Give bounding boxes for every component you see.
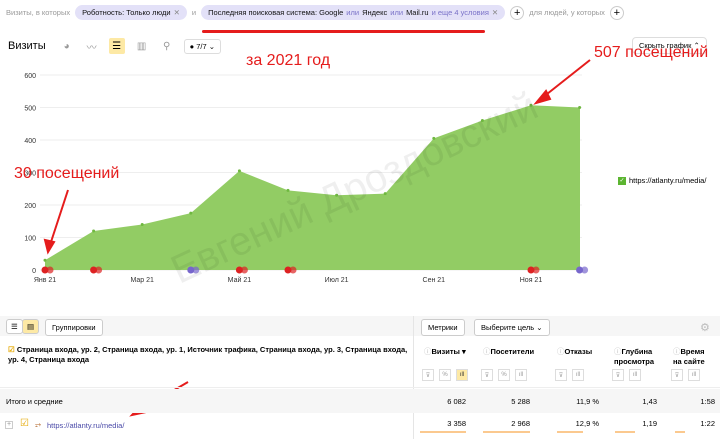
totals-time: 1:58	[700, 397, 715, 406]
percent-icon[interactable]: %	[439, 369, 451, 381]
checkbox-icon[interactable]: ✓	[618, 176, 626, 185]
visits-bar	[420, 431, 466, 433]
column-label: Визиты ▾	[431, 347, 466, 356]
page-icon: ⥅	[35, 420, 41, 429]
row-link[interactable]: https://atlanty.ru/media/	[47, 421, 124, 430]
gear-icon[interactable]: ⚙	[700, 321, 710, 334]
filter-icon[interactable]: ⊽	[422, 369, 434, 381]
filter-icon[interactable]: ⊽	[555, 369, 567, 381]
row-depth: 1,19	[642, 419, 657, 428]
help-icon[interactable]: ⓘ	[424, 347, 432, 356]
column-label-2: на сайте	[673, 357, 705, 366]
checkbox-icon[interactable]: ☑	[20, 418, 29, 429]
bar-icon[interactable]: ıll	[688, 369, 700, 381]
row-visits: 3 358	[447, 419, 466, 428]
help-icon[interactable]: ⓘ	[673, 347, 681, 356]
filter-icon[interactable]: ⊽	[612, 369, 624, 381]
checkbox-icon[interactable]: ☑	[8, 345, 15, 354]
help-icon[interactable]: ⓘ	[557, 347, 565, 356]
goal-dropdown[interactable]: Выберите цель ⌄	[474, 319, 550, 336]
dimensions-label: Страница входа, ур. 2, Страница входа, у…	[8, 345, 408, 364]
help-icon[interactable]: ⓘ	[483, 347, 491, 356]
totals-visits: 6 082	[447, 397, 466, 406]
row-bounce: 12,9 %	[575, 419, 599, 428]
totals-visitors: 5 288	[511, 397, 530, 406]
time-bar	[675, 431, 685, 433]
column-header[interactable]: ⓘПосетители	[483, 347, 534, 357]
row-visitors: 2 968	[511, 419, 530, 428]
table-toolbar	[0, 316, 720, 336]
dimensions-header[interactable]: ☑ Страница входа, ур. 2, Страница входа,…	[8, 345, 408, 365]
goal-label: Выберите цель	[481, 323, 535, 332]
bar-icon[interactable]: ıll	[456, 369, 468, 381]
chart-legend[interactable]: ✓ https://atlanty.ru/media/	[618, 176, 706, 185]
totals-bounce: 11,9 %	[576, 397, 599, 406]
row-time: 1:22	[700, 419, 715, 428]
filter-icon[interactable]: ⊽	[481, 369, 493, 381]
column-label-2: просмотра	[614, 357, 655, 366]
table-row[interactable]: + ☑ ⥅ https://atlanty.ru/media/ 3 358 2 …	[0, 413, 720, 439]
tree-view-button[interactable]: ▤	[22, 319, 40, 334]
list-view-button[interactable]: ☰	[6, 319, 23, 334]
column-label: Время	[680, 347, 705, 356]
column-header[interactable]: ⓘГлубина просмотра	[614, 347, 654, 367]
column-header[interactable]: ⓘОтказы	[557, 347, 592, 357]
legend-label: https://atlanty.ru/media/	[629, 176, 707, 185]
bar-icon[interactable]: ıll	[629, 369, 641, 381]
bar-icon[interactable]: ıll	[572, 369, 584, 381]
filter-icon[interactable]: ⊽	[671, 369, 683, 381]
totals-depth: 1,43	[642, 397, 657, 406]
expand-icon[interactable]: +	[5, 421, 13, 429]
totals-label: Итого и средние	[6, 397, 63, 406]
visitors-bar	[483, 431, 530, 433]
depth-bar	[615, 431, 635, 433]
groupings-button[interactable]: Группировки	[45, 319, 103, 336]
percent-icon[interactable]: %	[498, 369, 510, 381]
column-label: Глубина	[621, 347, 653, 356]
column-header[interactable]: ⓘВремя на сайте	[673, 347, 705, 367]
bar-icon[interactable]: ıll	[515, 369, 527, 381]
totals-row: Итого и средние 6 082 5 288 11,9 % 1,43 …	[0, 389, 720, 413]
help-icon[interactable]: ⓘ	[614, 347, 622, 356]
metrics-button[interactable]: Метрики	[421, 319, 465, 336]
column-label: Посетители	[490, 347, 535, 356]
column-label: Отказы	[564, 347, 593, 356]
bounce-bar	[557, 431, 583, 433]
column-header[interactable]: ⓘВизиты ▾	[424, 347, 466, 357]
